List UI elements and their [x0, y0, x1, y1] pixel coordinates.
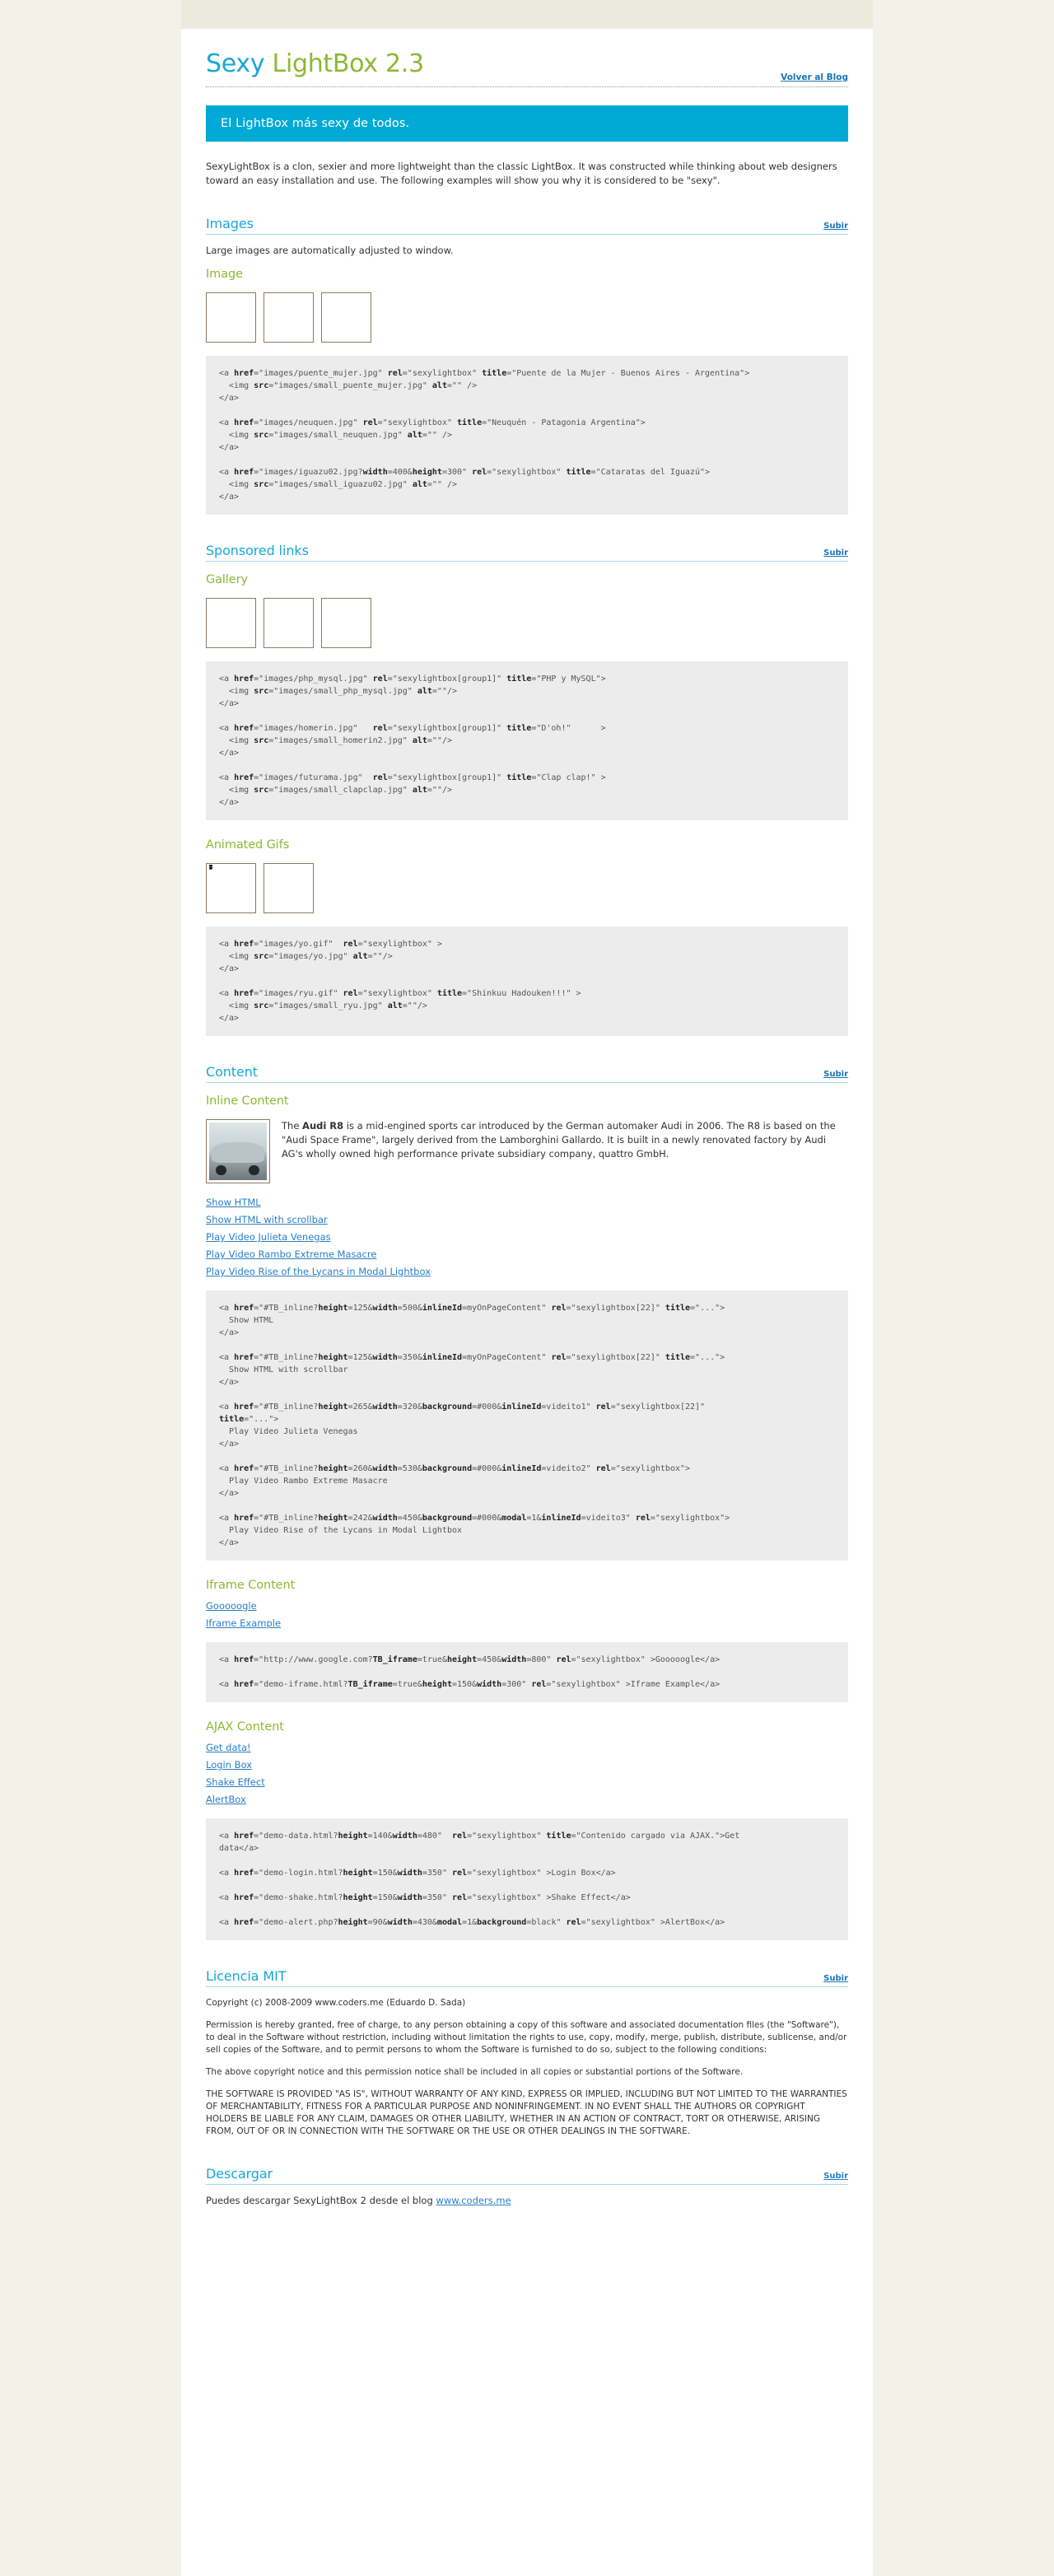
images-heading: Images	[206, 216, 254, 231]
link-iframe-example[interactable]: Iframe Example	[206, 1617, 281, 1629]
image-thumbnail-row	[206, 292, 848, 343]
license-paragraph-3: THE SOFTWARE IS PROVIDED "AS IS", WITHOU…	[206, 2089, 847, 2136]
download-text: Puedes descargar SexyLightBox 2 desde el…	[206, 2195, 848, 2206]
thumbnail-neuquen[interactable]	[264, 292, 314, 343]
tagline-banner: El LightBox más sexy de todos.	[206, 105, 848, 142]
gallery-subheading: Gallery	[206, 573, 248, 586]
thumbnail-ryu-gif[interactable]	[264, 863, 314, 913]
link-gooooogle[interactable]: Gooooogle	[206, 1600, 257, 1612]
coders-me-link[interactable]: www.coders.me	[436, 2195, 511, 2206]
subir-link-download[interactable]: Subir	[823, 2172, 848, 2181]
audi-r8-photo	[209, 1122, 267, 1180]
thumbnail-puente-mujer[interactable]	[206, 292, 256, 343]
gallery-code-block: <a href="images/php_mysql.jpg" rel="sexy…	[206, 661, 848, 820]
intro-paragraph: SexyLightBox is a clon, sexier and more …	[206, 161, 837, 186]
license-section-head: Licencia MIT Subir	[206, 1968, 848, 1987]
iframe-content-subheading: Iframe Content	[206, 1579, 296, 1592]
download-text-pre: Puedes descargar SexyLightBox 2 desde el…	[206, 2195, 436, 2206]
ajax-code-block: <a href="demo-data.html?height=140&width…	[206, 1818, 848, 1940]
audi-description-block: The Audi R8 is a mid-engined sports car …	[206, 1119, 848, 1188]
animated-gifs-subheading: Animated Gifs	[206, 838, 290, 852]
link-play-video-rambo[interactable]: Play Video Rambo Extreme Masacre	[206, 1248, 376, 1260]
section-license: Licencia MIT Subir Copyright (c) 2008-20…	[181, 1968, 873, 2138]
link-show-html[interactable]: Show HTML	[206, 1197, 261, 1208]
ajax-content-links: Get data! Login Box Shake Effect AlertBo…	[206, 1742, 848, 1805]
audi-text-pre: The	[282, 1120, 303, 1132]
link-get-data[interactable]: Get data!	[206, 1742, 251, 1753]
images-code-block: <a href="images/puente_mujer.jpg" rel="s…	[206, 356, 848, 515]
link-alertbox[interactable]: AlertBox	[206, 1794, 246, 1805]
sponsored-heading: Sponsored links	[206, 543, 309, 558]
thumbnail-iguazu[interactable]	[321, 292, 371, 343]
section-download: Descargar Subir Puedes descargar SexyLig…	[181, 2166, 873, 2206]
gif-thumbnail-row	[206, 863, 848, 913]
content-heading: Content	[206, 1064, 258, 1080]
audi-r8-thumbnail	[206, 1119, 270, 1183]
top-bar	[181, 0, 873, 29]
images-note: Large images are automatically adjusted …	[206, 245, 454, 256]
page-title-lightbox: LightBox 2.3	[272, 49, 425, 78]
thumbnail-homer[interactable]	[264, 598, 314, 648]
license-paragraph-1: Permission is hereby granted, free of ch…	[206, 2020, 847, 2055]
iframe-code-block: <a href="http://www.google.com?TB_iframe…	[206, 1642, 848, 1702]
gallery-thumbnail-row	[206, 598, 848, 648]
content-section-head: Content Subir	[206, 1064, 848, 1083]
page-title-sexy: Sexy	[206, 49, 265, 78]
audi-text-bold: Audi R8	[302, 1120, 344, 1132]
inline-content-links: Show HTML Show HTML with scrollbar Play …	[206, 1197, 848, 1277]
license-heading: Licencia MIT	[206, 1968, 287, 1984]
iframe-content-links: Gooooogle Iframe Example	[206, 1600, 848, 1629]
section-sponsored-links: Sponsored links Subir Gallery <a href="i…	[181, 543, 873, 1036]
download-heading: Descargar	[206, 2166, 273, 2182]
page-header: Sexy LightBox 2.3 Volver al Blog	[181, 29, 873, 87]
link-play-video-julieta[interactable]: Play Video Julieta Venegas	[206, 1231, 331, 1243]
subir-link-images[interactable]: Subir	[823, 222, 848, 231]
images-section-head: Images Subir	[206, 216, 848, 235]
download-section-head: Descargar Subir	[206, 2166, 848, 2185]
images-subheading: Image	[206, 268, 243, 281]
sponsored-section-head: Sponsored links Subir	[206, 543, 848, 562]
inline-content-code-block: <a href="#TB_inline?height=125&width=500…	[206, 1290, 848, 1561]
thumbnail-yo-gif[interactable]	[206, 863, 256, 913]
section-images: Images Subir Large images are automatica…	[181, 216, 873, 515]
link-show-html-scrollbar[interactable]: Show HTML with scrollbar	[206, 1214, 328, 1225]
page-container: Sexy LightBox 2.3 Volver al Blog El Ligh…	[181, 0, 873, 2576]
header-divider	[206, 86, 848, 87]
ajax-content-subheading: AJAX Content	[206, 1720, 284, 1734]
link-play-video-lycans[interactable]: Play Video Rise of the Lycans in Modal L…	[206, 1266, 431, 1277]
gifs-code-block: <a href="images/yo.gif" rel="sexylightbo…	[206, 926, 848, 1036]
back-to-blog-link[interactable]: Volver al Blog	[781, 72, 848, 82]
audi-text-rest: is a mid-engined sports car introduced b…	[282, 1120, 836, 1160]
thumbnail-clapclap[interactable]	[321, 598, 371, 648]
section-content: Content Subir Inline Content The Audi R8…	[181, 1064, 873, 1940]
subir-link-license[interactable]: Subir	[823, 1974, 848, 1983]
license-copyright: Copyright (c) 2008-2009 www.coders.me (E…	[206, 1998, 466, 2008]
link-login-box[interactable]: Login Box	[206, 1759, 252, 1771]
page-title: Sexy LightBox 2.3	[206, 50, 848, 78]
inline-content-subheading: Inline Content	[206, 1094, 289, 1108]
subir-link-content[interactable]: Subir	[823, 1070, 848, 1079]
thumbnail-php-mysql[interactable]	[206, 598, 256, 648]
link-shake-effect[interactable]: Shake Effect	[206, 1776, 265, 1788]
subir-link-sponsored[interactable]: Subir	[823, 548, 848, 558]
license-paragraph-2: The above copyright notice and this perm…	[206, 2067, 744, 2077]
